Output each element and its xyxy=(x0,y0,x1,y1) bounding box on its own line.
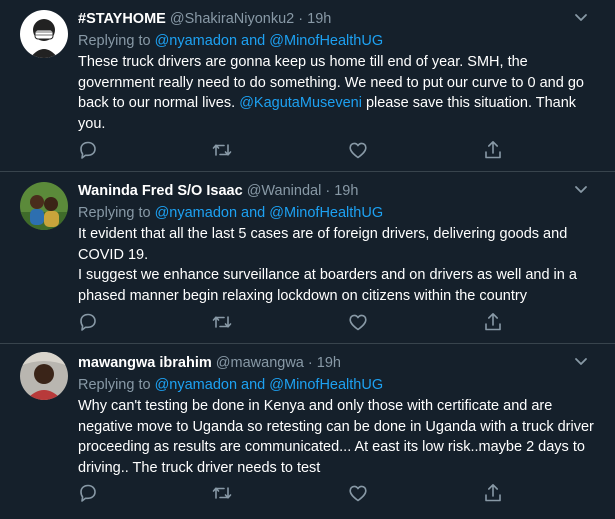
replying-prefix: Replying to xyxy=(78,205,151,221)
avatar[interactable] xyxy=(20,182,68,230)
more-options-caret[interactable] xyxy=(571,182,591,198)
action-bar xyxy=(0,481,615,505)
retweet-button[interactable] xyxy=(210,310,234,334)
avatar[interactable] xyxy=(20,352,68,400)
replying-and[interactable]: and xyxy=(241,377,265,393)
heart-icon xyxy=(349,142,367,159)
replying-prefix: Replying to xyxy=(78,377,151,393)
avatar-image xyxy=(20,352,68,400)
tweet-text-line: I suggest we enhance surveillance at boa… xyxy=(78,267,577,304)
chevron-down-icon xyxy=(575,186,587,193)
replying-to: Replying to @nyamadon and @MinofHealthUG xyxy=(78,204,383,222)
reply-icon xyxy=(80,313,96,331)
reply-button[interactable] xyxy=(76,481,100,505)
mention-link[interactable]: @nyamadon xyxy=(155,205,237,221)
mention-link[interactable]: @MinofHealthUG xyxy=(269,33,383,49)
retweet-icon xyxy=(212,316,232,328)
tweet-header: mawangwa ibrahim @mawangwa · 19h xyxy=(78,354,341,372)
share-icon xyxy=(485,313,501,331)
like-button[interactable] xyxy=(346,481,370,505)
display-name[interactable]: mawangwa ibrahim xyxy=(78,355,212,371)
reply-button[interactable] xyxy=(76,138,100,162)
timestamp[interactable]: 19h xyxy=(317,355,341,371)
replying-and[interactable]: and xyxy=(241,33,265,49)
tweet[interactable]: Waninda Fred S/O Isaac @Wanindal · 19h R… xyxy=(0,172,615,344)
reply-button[interactable] xyxy=(76,310,100,334)
separator-dot: · xyxy=(307,355,313,371)
separator-dot: · xyxy=(298,11,304,27)
reply-icon xyxy=(80,484,96,502)
more-options-caret[interactable] xyxy=(571,10,591,26)
retweet-icon xyxy=(212,487,232,499)
tweet-text: These truck drivers are gonna keep us ho… xyxy=(78,52,598,134)
action-bar xyxy=(0,138,615,162)
retweet-icon xyxy=(212,144,232,156)
share-icon xyxy=(485,141,501,159)
mention-link[interactable]: @MinofHealthUG xyxy=(269,377,383,393)
mention-link[interactable]: @KagutaMuseveni xyxy=(239,95,362,111)
share-button[interactable] xyxy=(481,138,505,162)
user-handle[interactable]: @ShakiraNiyonku2 xyxy=(170,11,294,27)
like-button[interactable] xyxy=(346,310,370,334)
retweet-button[interactable] xyxy=(210,138,234,162)
like-button[interactable] xyxy=(346,138,370,162)
timestamp[interactable]: 19h xyxy=(307,11,331,27)
tweet-text: Why can't testing be done in Kenya and o… xyxy=(78,398,594,476)
tweet-text: It evident that all the last 5 cases are… xyxy=(78,224,598,306)
heart-icon xyxy=(349,314,367,331)
chevron-down-icon xyxy=(575,14,587,21)
reply-icon xyxy=(80,141,96,159)
tweet-header: #STAYHOME @ShakiraNiyonku2 · 19h xyxy=(78,10,331,28)
mention-link[interactable]: @nyamadon xyxy=(155,33,237,49)
tweet[interactable]: mawangwa ibrahim @mawangwa · 19h Replyin… xyxy=(0,344,615,519)
mention-link[interactable]: @MinofHealthUG xyxy=(269,205,383,221)
retweet-button[interactable] xyxy=(210,481,234,505)
share-button[interactable] xyxy=(481,481,505,505)
mention-link[interactable]: @nyamadon xyxy=(155,377,237,393)
replying-and[interactable]: and xyxy=(241,205,265,221)
timestamp[interactable]: 19h xyxy=(334,183,358,199)
display-name[interactable]: Waninda Fred S/O Isaac xyxy=(78,183,243,199)
tweet[interactable]: #STAYHOME @ShakiraNiyonku2 · 19h Replyin… xyxy=(0,0,615,172)
avatar[interactable] xyxy=(20,10,68,58)
avatar-image xyxy=(20,182,68,230)
separator-dot: · xyxy=(325,183,331,199)
share-button[interactable] xyxy=(481,310,505,334)
tweet-header: Waninda Fred S/O Isaac @Wanindal · 19h xyxy=(78,182,358,200)
avatar-image xyxy=(20,10,68,58)
user-handle[interactable]: @Wanindal xyxy=(247,183,322,199)
display-name[interactable]: #STAYHOME xyxy=(78,11,166,27)
replying-prefix: Replying to xyxy=(78,33,151,49)
replying-to: Replying to @nyamadon and @MinofHealthUG xyxy=(78,32,383,50)
replying-to: Replying to @nyamadon and @MinofHealthUG xyxy=(78,376,383,394)
share-icon xyxy=(485,484,501,502)
tweet-text-line: It evident that all the last 5 cases are… xyxy=(78,226,568,263)
heart-icon xyxy=(349,485,367,502)
action-bar xyxy=(0,310,615,334)
chevron-down-icon xyxy=(575,358,587,365)
more-options-caret[interactable] xyxy=(571,354,591,370)
user-handle[interactable]: @mawangwa xyxy=(216,355,304,371)
